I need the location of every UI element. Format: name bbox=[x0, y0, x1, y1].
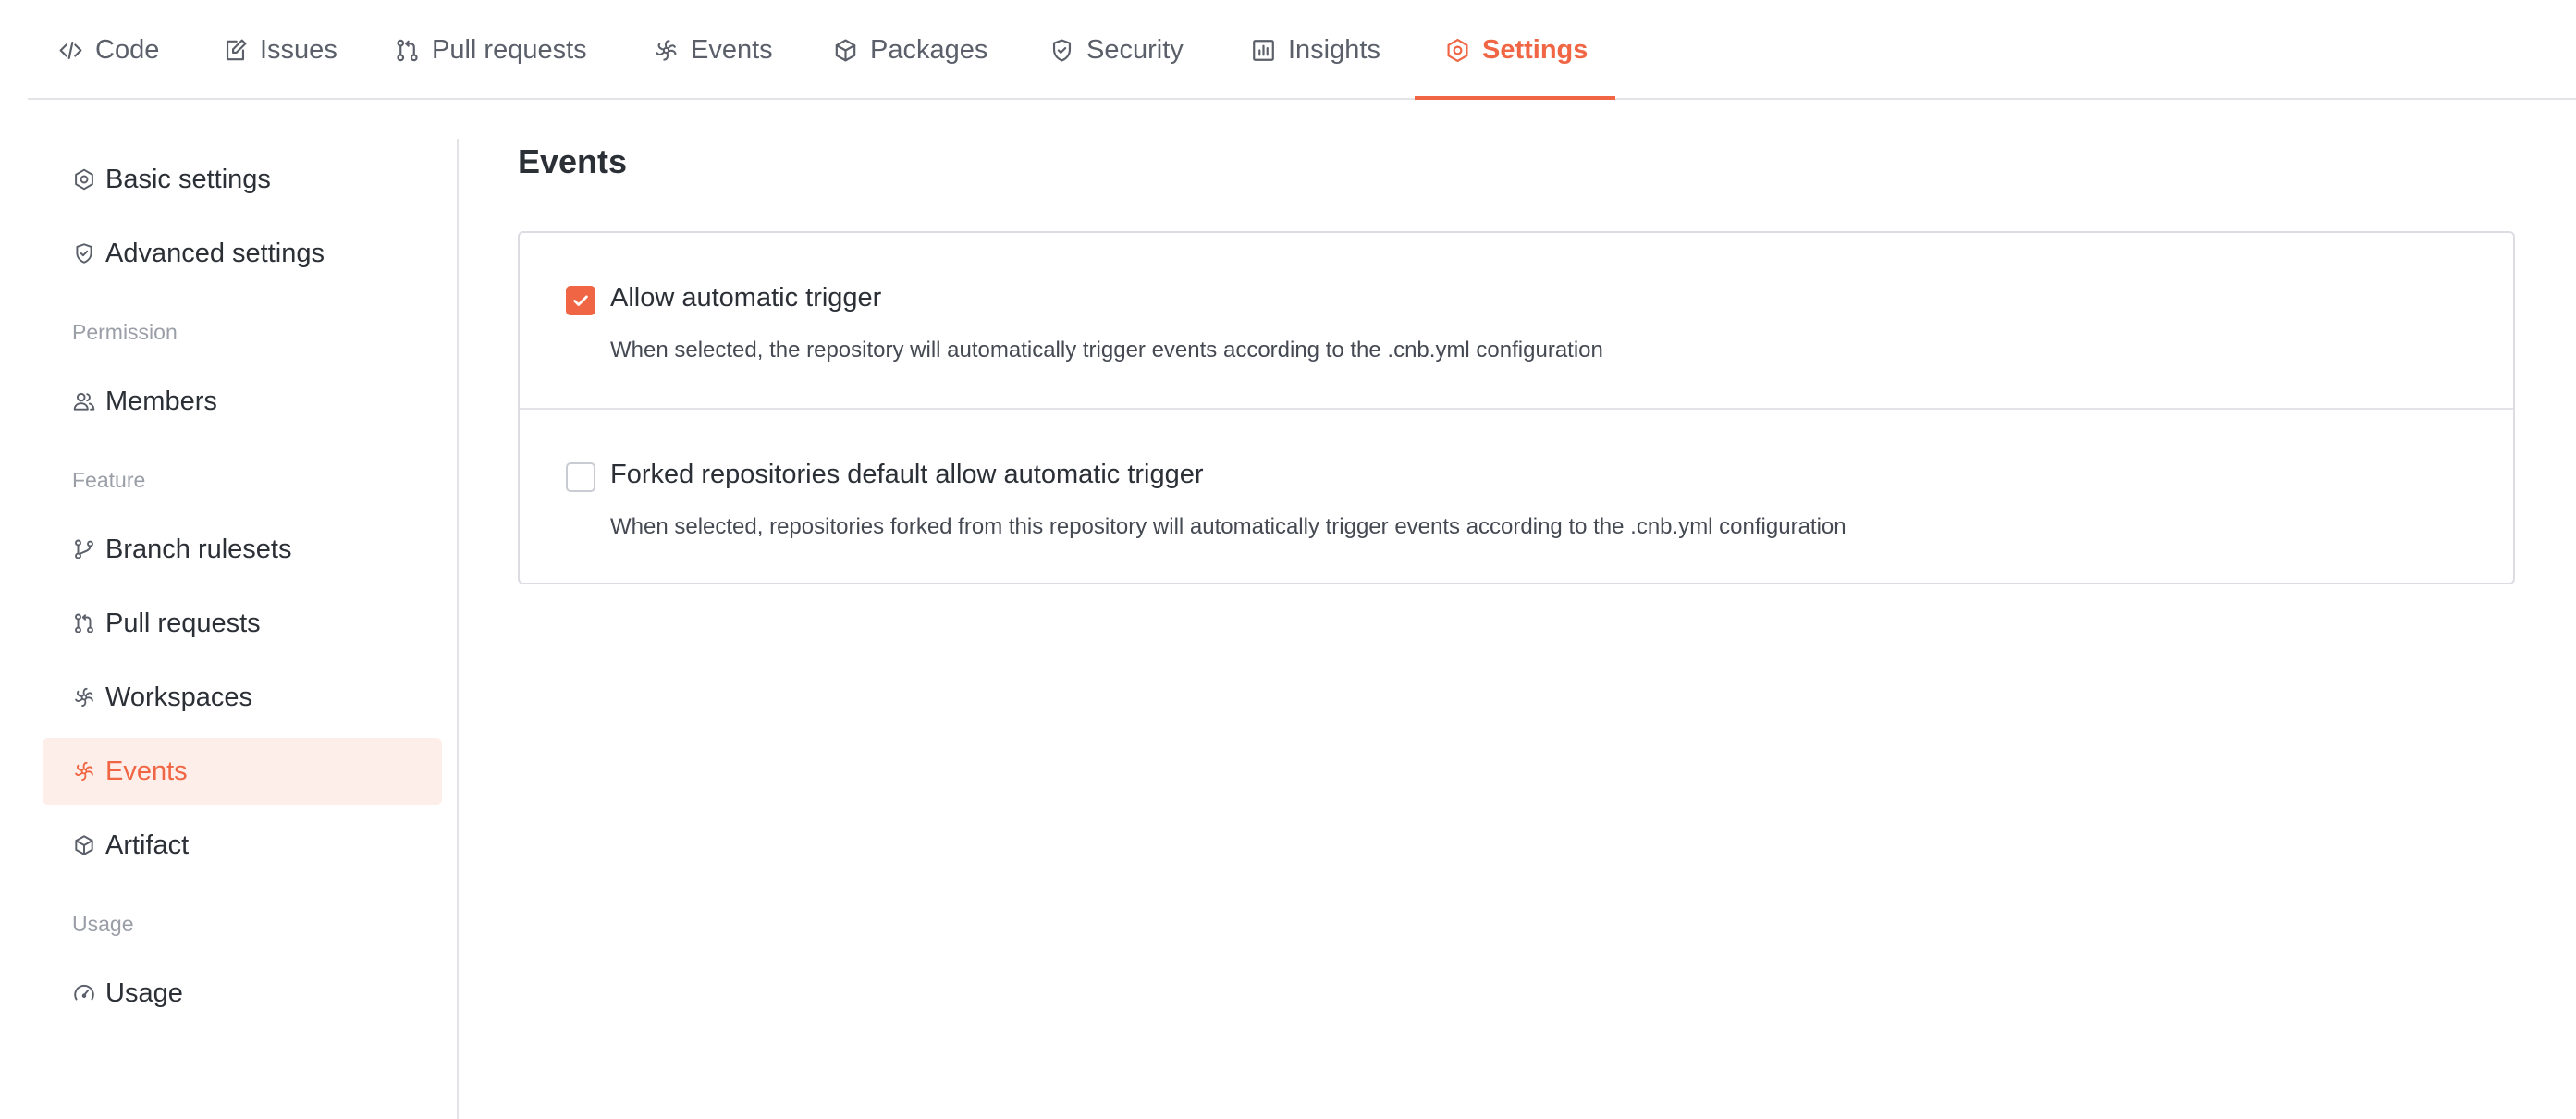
tab-label: Issues bbox=[260, 34, 337, 65]
repo-tab-bar: Code Issues Pull requests Events Package… bbox=[28, 0, 2576, 100]
shield-icon bbox=[76, 243, 92, 264]
events-settings-card: Allow automatic trigger When selected, t… bbox=[518, 231, 2515, 584]
tab-label: Events bbox=[691, 34, 773, 65]
settings-icon bbox=[1447, 38, 1468, 62]
package-icon bbox=[835, 39, 856, 61]
tab-label: Packages bbox=[870, 34, 988, 65]
sidebar-item-label: Artifact bbox=[105, 830, 190, 860]
sidebar-group-feature: Feature bbox=[72, 468, 146, 492]
sidebar-item-label: Pull requests bbox=[105, 608, 261, 638]
events-icon bbox=[656, 39, 677, 61]
pull-request-icon bbox=[397, 39, 418, 61]
tab-label: Security bbox=[1086, 34, 1184, 65]
sidebar-group-permission: Permission bbox=[72, 320, 178, 344]
chart-icon bbox=[1253, 39, 1274, 61]
checkmark-icon bbox=[573, 295, 588, 306]
option-forked-repositories-trigger: Forked repositories default allow automa… bbox=[520, 408, 2513, 583]
sidebar-item-label: Usage bbox=[105, 978, 183, 1008]
sidebar-item-artifact[interactable]: Artifact bbox=[43, 812, 442, 879]
option-label[interactable]: Allow automatic trigger bbox=[610, 283, 881, 314]
tab-code[interactable]: Code bbox=[57, 0, 159, 100]
tab-label: Settings bbox=[1482, 34, 1589, 65]
option-allow-automatic-trigger: Allow automatic trigger When selected, t… bbox=[520, 233, 2513, 408]
sidebar-item-label: Workspaces bbox=[105, 682, 253, 712]
sidebar-item-members[interactable]: Members bbox=[43, 368, 442, 435]
sidebar-item-advanced-settings[interactable]: Advanced settings bbox=[43, 220, 442, 287]
tab-insights[interactable]: Insights bbox=[1250, 0, 1380, 100]
option-label[interactable]: Forked repositories default allow automa… bbox=[610, 460, 1204, 490]
tab-settings[interactable]: Settings bbox=[1444, 0, 1588, 100]
sidebar-item-basic-settings[interactable]: Basic settings bbox=[43, 146, 442, 213]
package-icon bbox=[75, 835, 93, 855]
events-icon bbox=[75, 761, 93, 781]
tab-label: Code bbox=[95, 34, 160, 65]
sidebar-divider bbox=[457, 139, 459, 1119]
sidebar-item-label: Advanced settings bbox=[105, 238, 325, 268]
sidebar-item-label: Members bbox=[105, 386, 217, 416]
code-icon bbox=[59, 41, 82, 59]
tab-events[interactable]: Events bbox=[653, 0, 773, 100]
workspaces-icon bbox=[75, 687, 93, 707]
tab-issues[interactable]: Issues bbox=[222, 0, 337, 100]
sidebar-item-events[interactable]: Events bbox=[43, 738, 442, 805]
tab-pull-requests[interactable]: Pull requests bbox=[394, 0, 587, 100]
sidebar-item-label: Branch rulesets bbox=[105, 534, 292, 564]
tab-label: Pull requests bbox=[432, 34, 587, 65]
sidebar-item-label: Basic settings bbox=[105, 164, 271, 194]
sidebar-item-usage[interactable]: Usage bbox=[43, 960, 442, 1027]
issue-icon bbox=[226, 39, 247, 60]
sidebar-item-label: Events bbox=[105, 756, 188, 786]
forked-repositories-trigger-checkbox[interactable] bbox=[566, 462, 595, 492]
sidebar-item-branch-rulesets[interactable]: Branch rulesets bbox=[43, 516, 442, 583]
members-icon bbox=[73, 392, 95, 411]
shield-icon bbox=[1052, 39, 1072, 61]
tab-label: Insights bbox=[1288, 34, 1380, 65]
settings-icon bbox=[75, 168, 93, 191]
sidebar-item-workspaces[interactable]: Workspaces bbox=[43, 664, 442, 731]
active-tab-indicator bbox=[1415, 96, 1615, 100]
tab-security[interactable]: Security bbox=[1049, 0, 1184, 100]
page-title: Events bbox=[518, 142, 628, 180]
allow-automatic-trigger-checkbox[interactable] bbox=[566, 286, 595, 315]
sidebar-item-pull-requests[interactable]: Pull requests bbox=[43, 590, 442, 657]
gauge-icon bbox=[74, 984, 94, 1001]
option-description: When selected, the repository will autom… bbox=[610, 338, 1603, 363]
tab-packages[interactable]: Packages bbox=[832, 0, 987, 100]
sidebar-group-usage: Usage bbox=[72, 912, 134, 936]
option-description: When selected, repositories forked from … bbox=[610, 514, 1846, 539]
branch-icon bbox=[75, 539, 93, 560]
pull-request-icon bbox=[75, 613, 93, 633]
